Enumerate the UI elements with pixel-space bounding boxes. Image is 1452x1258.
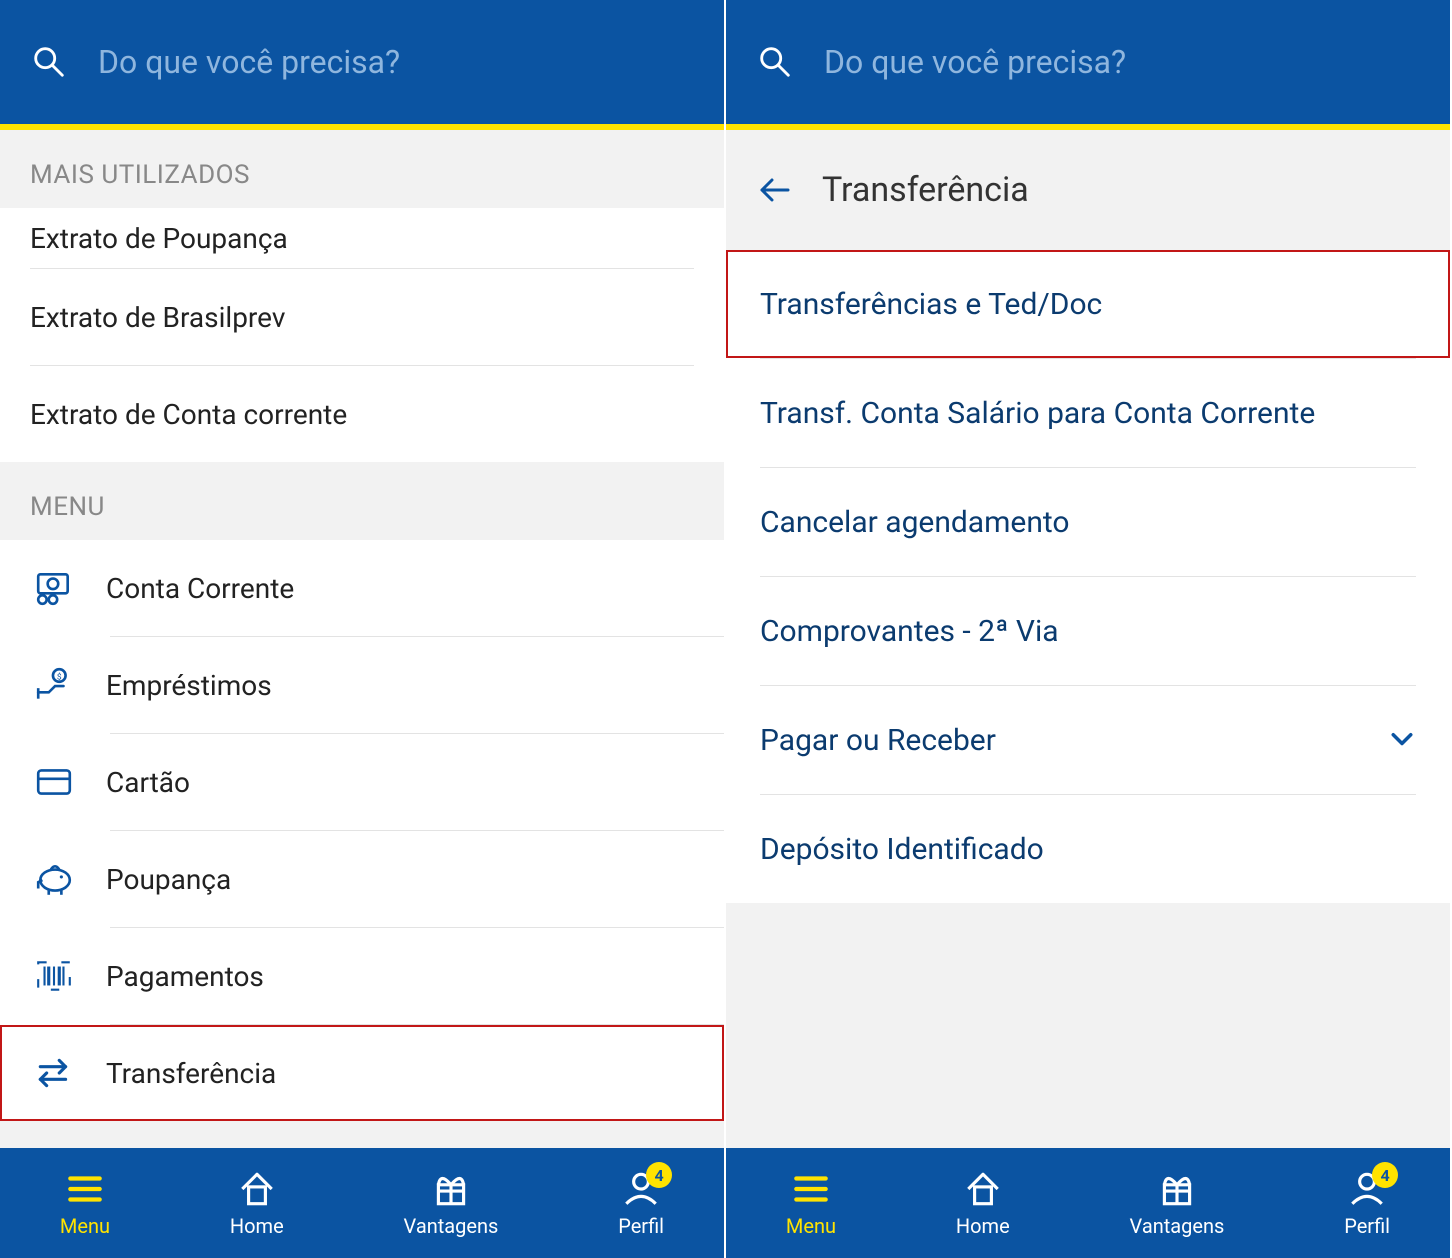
loan-icon: [30, 665, 78, 705]
list-item[interactable]: Extrato de Brasilprev: [0, 269, 724, 365]
menu-item-piggy[interactable]: Poupança: [0, 831, 724, 927]
transfer-item[interactable]: Transferências e Ted/Doc: [726, 250, 1450, 358]
list-item-label: Extrato de Brasilprev: [30, 301, 285, 334]
home-icon: [236, 1168, 278, 1210]
nav-menu[interactable]: Menu: [60, 1168, 110, 1238]
menu-item-card[interactable]: Cartão: [0, 734, 724, 830]
page-title: Transferência: [822, 170, 1029, 210]
search-header[interactable]: Do que você precisa?: [726, 0, 1450, 130]
list-item[interactable]: Extrato de Poupança: [0, 208, 724, 268]
bottom-nav: Menu Home Vantagens 4 Perfil: [726, 1148, 1450, 1258]
menu-item-loan[interactable]: Empréstimos: [0, 637, 724, 733]
most-used-list: Extrato de Poupança Extrato de Brasilpre…: [0, 208, 724, 462]
menu-item-transfer[interactable]: Transferência: [0, 1025, 724, 1121]
list-item-label: Extrato de Poupança: [30, 222, 288, 255]
piggy-icon: [30, 859, 78, 899]
profile-icon: 4: [1346, 1168, 1388, 1210]
nav-label: Menu: [60, 1214, 110, 1238]
nav-label: Home: [956, 1214, 1010, 1238]
gift-icon: [430, 1168, 472, 1210]
transfer-item[interactable]: Depósito Identificado: [726, 795, 1450, 903]
section-most-used-label: MAIS UTILIZADOS: [0, 130, 724, 208]
badge: 4: [646, 1162, 672, 1188]
empty-area: [726, 903, 1450, 1148]
transfer-item-label: Transf. Conta Salário para Conta Corrent…: [760, 396, 1416, 431]
bottom-nav: Menu Home Vantagens 4 Perfil: [0, 1148, 724, 1258]
menu-item-label: Cartão: [106, 766, 190, 799]
back-button[interactable]: [756, 172, 792, 208]
transfer-item-label: Pagar ou Receber: [760, 723, 1360, 758]
screen-transfer: Do que você precisa? Transferência Trans…: [726, 0, 1452, 1258]
nav-label: Menu: [786, 1214, 836, 1238]
card-icon: [30, 762, 78, 802]
badge: 4: [1372, 1162, 1398, 1188]
menu-list: Conta Corrente Empréstimos Cartão Poupança P…: [0, 540, 724, 1121]
transfer-list: Transferências e Ted/Doc Transf. Conta Sa…: [726, 250, 1450, 903]
nav-home[interactable]: Home: [230, 1168, 284, 1238]
menu-item-barcode[interactable]: Pagamentos: [0, 928, 724, 1024]
nav-vantagens[interactable]: Vantagens: [1130, 1168, 1225, 1238]
nav-label: Perfil: [618, 1214, 664, 1238]
nav-label: Vantagens: [1130, 1214, 1225, 1238]
list-item-label: Extrato de Conta corrente: [30, 398, 347, 431]
transfer-item-label: Comprovantes - 2ª Via: [760, 614, 1416, 649]
menu-icon: [64, 1168, 106, 1210]
menu-item-money[interactable]: Conta Corrente: [0, 540, 724, 636]
transfer-item-label: Depósito Identificado: [760, 832, 1416, 867]
transfer-item-label: Transferências e Ted/Doc: [760, 287, 1416, 322]
section-menu-label: MENU: [0, 462, 724, 540]
home-icon: [962, 1168, 1004, 1210]
nav-perfil[interactable]: 4 Perfil: [618, 1168, 664, 1238]
menu-item-label: Pagamentos: [106, 960, 264, 993]
menu-icon: [790, 1168, 832, 1210]
nav-menu[interactable]: Menu: [786, 1168, 836, 1238]
transfer-item-label: Cancelar agendamento: [760, 505, 1416, 540]
nav-vantagens[interactable]: Vantagens: [404, 1168, 499, 1238]
search-icon: [30, 43, 68, 81]
nav-label: Vantagens: [404, 1214, 499, 1238]
menu-item-label: Poupança: [106, 863, 231, 896]
nav-label: Perfil: [1344, 1214, 1390, 1238]
search-placeholder: Do que você precisa?: [98, 43, 400, 81]
nav-home[interactable]: Home: [956, 1168, 1010, 1238]
gift-icon: [1156, 1168, 1198, 1210]
profile-icon: 4: [620, 1168, 662, 1210]
chevron-down-icon: [1388, 726, 1416, 754]
transfer-item[interactable]: Cancelar agendamento: [726, 468, 1450, 576]
transfer-item[interactable]: Transf. Conta Salário para Conta Corrent…: [726, 359, 1450, 467]
menu-item-label: Conta Corrente: [106, 572, 294, 605]
search-placeholder: Do que você precisa?: [824, 43, 1126, 81]
search-header[interactable]: Do que você precisa?: [0, 0, 724, 130]
transfer-icon: [30, 1053, 78, 1093]
nav-perfil[interactable]: 4 Perfil: [1344, 1168, 1390, 1238]
barcode-icon: [30, 956, 78, 996]
transfer-item[interactable]: Pagar ou Receber: [726, 686, 1450, 794]
search-icon: [756, 43, 794, 81]
page-title-row: Transferência: [726, 130, 1450, 250]
transfer-item[interactable]: Comprovantes - 2ª Via: [726, 577, 1450, 685]
nav-label: Home: [230, 1214, 284, 1238]
money-icon: [30, 568, 78, 608]
menu-item-label: Transferência: [106, 1057, 276, 1090]
menu-item-label: Empréstimos: [106, 669, 272, 702]
screen-menu: Do que você precisa? MAIS UTILIZADOS Ext…: [0, 0, 726, 1258]
list-item[interactable]: Extrato de Conta corrente: [0, 366, 724, 462]
